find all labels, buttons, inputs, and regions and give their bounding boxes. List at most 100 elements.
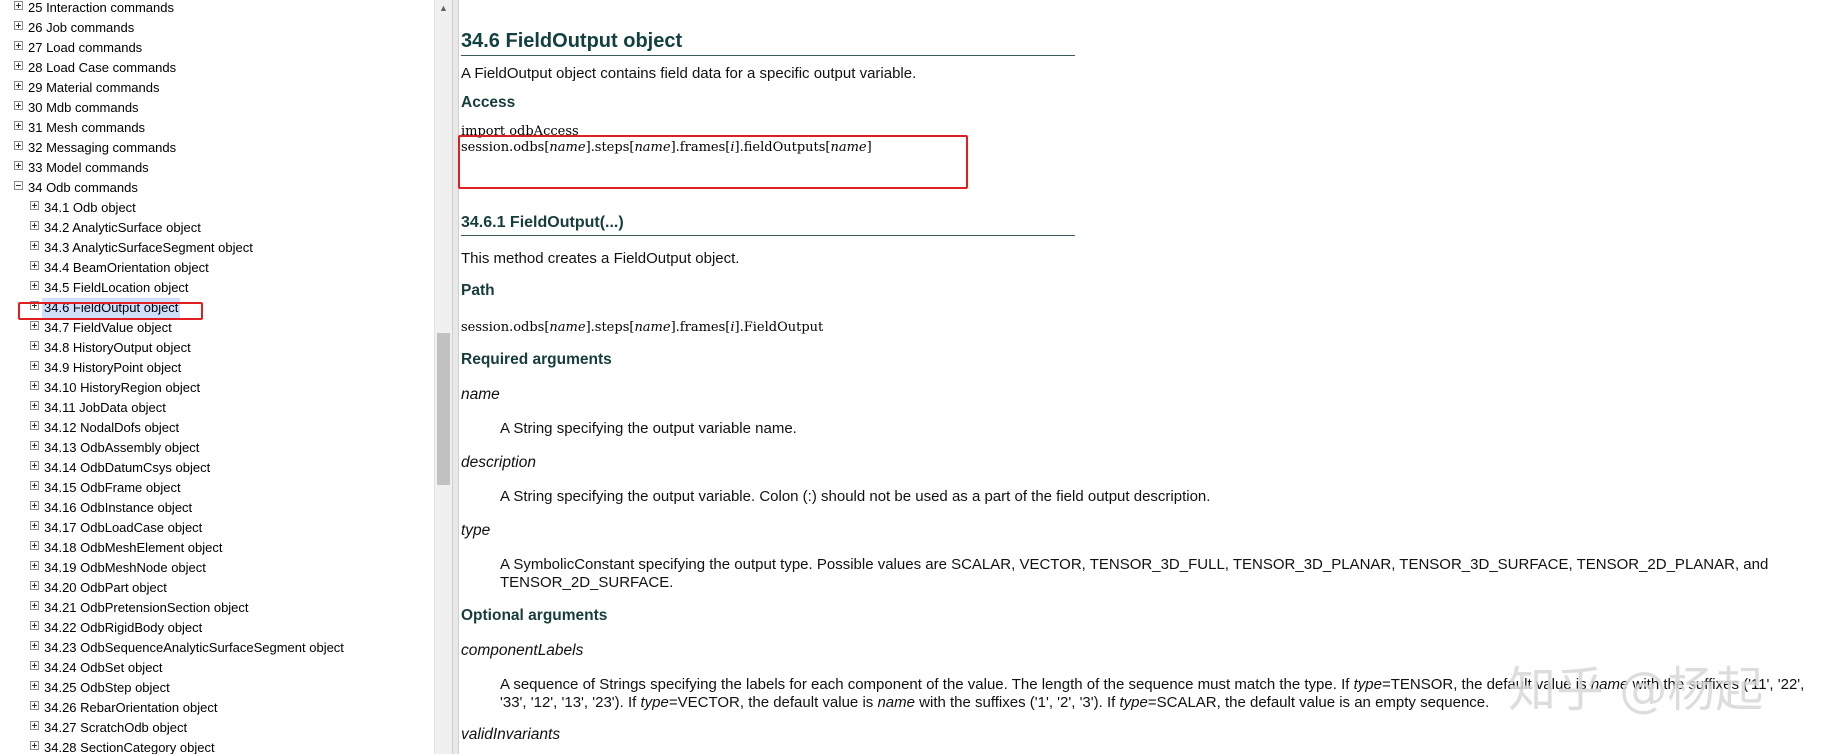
- toc-item[interactable]: 29 Material commands: [0, 78, 433, 98]
- toc-item[interactable]: 34.12 NodalDofs object: [0, 418, 433, 438]
- toc-item[interactable]: 34.4 BeamOrientation object: [0, 258, 433, 278]
- expand-plus-icon[interactable]: [30, 641, 39, 650]
- toc-item-label[interactable]: 34.7 FieldValue object: [44, 318, 172, 338]
- toc-item-label[interactable]: 32 Messaging commands: [28, 138, 176, 158]
- expand-plus-icon[interactable]: [14, 41, 23, 50]
- toc-item[interactable]: 34.13 OdbAssembly object: [0, 438, 433, 458]
- toc-item[interactable]: 34.23 OdbSequenceAnalyticSurfaceSegment …: [0, 638, 433, 658]
- toc-item-label[interactable]: 34.23 OdbSequenceAnalyticSurfaceSegment …: [44, 638, 344, 658]
- toc-item[interactable]: 25 Interaction commands: [0, 0, 433, 18]
- toc-item[interactable]: 34.18 OdbMeshElement object: [0, 538, 433, 558]
- expand-plus-icon[interactable]: [30, 201, 39, 210]
- expand-plus-icon[interactable]: [30, 541, 39, 550]
- expand-plus-icon[interactable]: [14, 161, 23, 170]
- expand-plus-icon[interactable]: [14, 1, 23, 10]
- toc-item-label[interactable]: 31 Mesh commands: [28, 118, 145, 138]
- expand-plus-icon[interactable]: [30, 361, 39, 370]
- toc-item-label[interactable]: 34.5 FieldLocation object: [44, 278, 189, 298]
- toc-item-label[interactable]: 34.8 HistoryOutput object: [44, 338, 191, 358]
- toc-item[interactable]: 34.20 OdbPart object: [0, 578, 433, 598]
- toc-item[interactable]: 33 Model commands: [0, 158, 433, 178]
- toc-item-label[interactable]: 34.14 OdbDatumCsys object: [44, 458, 210, 478]
- toc-item[interactable]: 34.27 ScratchOdb object: [0, 718, 433, 738]
- toc-item[interactable]: 34.15 OdbFrame object: [0, 478, 433, 498]
- expand-plus-icon[interactable]: [30, 421, 39, 430]
- toc-item[interactable]: 27 Load commands: [0, 38, 433, 58]
- expand-plus-icon[interactable]: [30, 341, 39, 350]
- expand-plus-icon[interactable]: [30, 241, 39, 250]
- toc-item-label[interactable]: 34.15 OdbFrame object: [44, 478, 181, 498]
- expand-plus-icon[interactable]: [14, 141, 23, 150]
- toc-item-label[interactable]: 34.12 NodalDofs object: [44, 418, 179, 438]
- expand-plus-icon[interactable]: [30, 501, 39, 510]
- toc-item-label[interactable]: 34.11 JobData object: [44, 398, 166, 418]
- expand-plus-icon[interactable]: [30, 401, 39, 410]
- scroll-up-arrow-icon[interactable]: ▲: [435, 0, 452, 17]
- toc-item[interactable]: 31 Mesh commands: [0, 118, 433, 138]
- expand-plus-icon[interactable]: [30, 221, 39, 230]
- toc-item[interactable]: 34.24 OdbSet object: [0, 658, 433, 678]
- toc-item-label[interactable]: 34.16 OdbInstance object: [44, 498, 192, 518]
- toc-item-label[interactable]: 28 Load Case commands: [28, 58, 176, 78]
- toc-item-label[interactable]: 25 Interaction commands: [28, 0, 174, 18]
- toc-item[interactable]: 34.28 SectionCategory object: [0, 738, 433, 754]
- toc-item-label[interactable]: 34.18 OdbMeshElement object: [44, 538, 223, 558]
- toc-item-label[interactable]: 33 Model commands: [28, 158, 149, 178]
- toc-item-label[interactable]: 34.27 ScratchOdb object: [44, 718, 187, 738]
- toc-item-label[interactable]: 34.17 OdbLoadCase object: [44, 518, 202, 538]
- expand-plus-icon[interactable]: [30, 721, 39, 730]
- toc-item-label[interactable]: 30 Mdb commands: [28, 98, 139, 118]
- toc-item-label[interactable]: 34.1 Odb object: [44, 198, 136, 218]
- toc-item-label[interactable]: 34 Odb commands: [28, 178, 138, 198]
- toc-item-label[interactable]: 34.26 RebarOrientation object: [44, 698, 217, 718]
- toc-item[interactable]: 34.14 OdbDatumCsys object: [0, 458, 433, 478]
- scroll-thumb[interactable]: [437, 333, 450, 485]
- toc-item-label[interactable]: 34.10 HistoryRegion object: [44, 378, 200, 398]
- toc-item[interactable]: 34.19 OdbMeshNode object: [0, 558, 433, 578]
- toc-item[interactable]: 34.17 OdbLoadCase object: [0, 518, 433, 538]
- expand-plus-icon[interactable]: [30, 481, 39, 490]
- toc-item-label[interactable]: 34.19 OdbMeshNode object: [44, 558, 206, 578]
- toc-item[interactable]: 34.8 HistoryOutput object: [0, 338, 433, 358]
- expand-plus-icon[interactable]: [30, 661, 39, 670]
- toc-item[interactable]: 34.26 RebarOrientation object: [0, 698, 433, 718]
- expand-plus-icon[interactable]: [30, 381, 39, 390]
- toc-item[interactable]: 34.11 JobData object: [0, 398, 433, 418]
- toc-item-label[interactable]: 34.20 OdbPart object: [44, 578, 167, 598]
- toc-item[interactable]: 34.9 HistoryPoint object: [0, 358, 433, 378]
- expand-plus-icon[interactable]: [30, 681, 39, 690]
- toc-item-label[interactable]: 34.3 AnalyticSurfaceSegment object: [44, 238, 253, 258]
- expand-plus-icon[interactable]: [30, 521, 39, 530]
- expand-plus-icon[interactable]: [30, 261, 39, 270]
- expand-plus-icon[interactable]: [14, 61, 23, 70]
- toc-item-label[interactable]: 34.2 AnalyticSurface object: [44, 218, 201, 238]
- toc-item-label[interactable]: 34.28 SectionCategory object: [44, 738, 215, 754]
- expand-plus-icon[interactable]: [30, 561, 39, 570]
- toc-item[interactable]: 34.21 OdbPretensionSection object: [0, 598, 433, 618]
- expand-plus-icon[interactable]: [30, 281, 39, 290]
- toc-item[interactable]: 34 Odb commands: [0, 178, 433, 198]
- expand-plus-icon[interactable]: [14, 21, 23, 30]
- expand-plus-icon[interactable]: [30, 741, 39, 750]
- toc-item-label[interactable]: 34.9 HistoryPoint object: [44, 358, 181, 378]
- toc-item[interactable]: 34.16 OdbInstance object: [0, 498, 433, 518]
- expand-plus-icon[interactable]: [30, 321, 39, 330]
- toc-item[interactable]: 34.2 AnalyticSurface object: [0, 218, 433, 238]
- toc-item[interactable]: 34.7 FieldValue object: [0, 318, 433, 338]
- toc-item[interactable]: 28 Load Case commands: [0, 58, 433, 78]
- expand-plus-icon[interactable]: [30, 581, 39, 590]
- toc-item-label[interactable]: 27 Load commands: [28, 38, 142, 58]
- expand-plus-icon[interactable]: [30, 601, 39, 610]
- expand-plus-icon[interactable]: [14, 81, 23, 90]
- toc-scrollbar[interactable]: ▲: [434, 0, 452, 754]
- toc-item[interactable]: 34.25 OdbStep object: [0, 678, 433, 698]
- expand-plus-icon[interactable]: [30, 621, 39, 630]
- expand-plus-icon[interactable]: [30, 441, 39, 450]
- toc-item-label[interactable]: 29 Material commands: [28, 78, 160, 98]
- toc-item-label[interactable]: 34.21 OdbPretensionSection object: [44, 598, 249, 618]
- toc-item-label[interactable]: 26 Job commands: [28, 18, 134, 38]
- toc-item-label[interactable]: 34.24 OdbSet object: [44, 658, 163, 678]
- expand-plus-icon[interactable]: [14, 101, 23, 110]
- toc-item[interactable]: 30 Mdb commands: [0, 98, 433, 118]
- toc-item[interactable]: 34.3 AnalyticSurfaceSegment object: [0, 238, 433, 258]
